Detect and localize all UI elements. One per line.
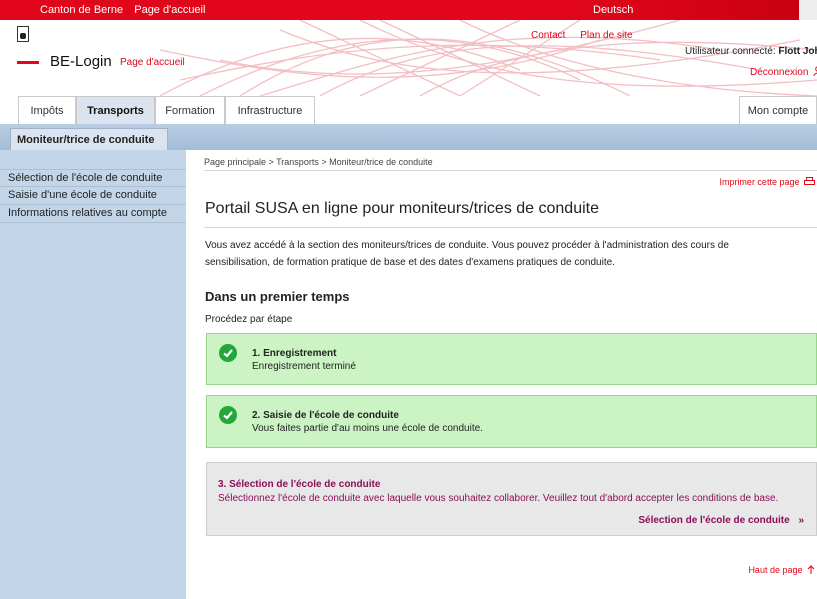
printer-icon [804, 177, 815, 185]
double-chevron-right-icon: » [798, 515, 804, 526]
header-links: Contact Plan de site [531, 30, 645, 41]
step-title: 2. Saisie de l'école de conduite [252, 410, 399, 421]
print-link[interactable]: Imprimer cette page [719, 177, 815, 187]
header: BE-Login Page d'accueil Contact Plan de … [0, 20, 817, 96]
tab-mon-compte[interactable]: Mon compte [739, 96, 817, 124]
sidebar-item-selection[interactable]: Sélection de l'école de conduite [0, 169, 186, 187]
user-label: Utilisateur connecté: [685, 46, 776, 57]
bern-crest-icon [17, 26, 29, 42]
header-decoration [160, 20, 817, 96]
intro-text: Vous avez accédé à la section des monite… [205, 240, 729, 268]
step-school-selection: 3. Sélection de l'école de conduite Séle… [206, 462, 817, 536]
page-title: Portail SUSA en ligne pour moniteurs/tri… [205, 200, 599, 217]
print-label: Imprimer cette page [719, 177, 800, 187]
topbar-edge [799, 0, 817, 20]
divider [204, 170, 817, 171]
language-switch[interactable]: Deutsch [593, 4, 633, 16]
tab-transports[interactable]: Transports [76, 96, 155, 124]
top-left-links: Canton de Berne Page d'accueil [40, 4, 213, 16]
step-desc: Vous faites partie d'au moins une école … [252, 423, 483, 434]
check-icon [219, 344, 237, 362]
logout-link[interactable]: Déconnexion [750, 66, 817, 78]
sidebar-item-saisie[interactable]: Saisie d'une école de conduite [0, 187, 186, 205]
tab-formation[interactable]: Formation [155, 96, 225, 124]
step-title: 3. Sélection de l'école de conduite [218, 479, 381, 490]
top-bar: Canton de Berne Page d'accueil Deutsch [0, 0, 817, 20]
school-selection-link[interactable]: Sélection de l'école de conduite » [638, 515, 804, 526]
step-title: 1. Enregistrement [252, 348, 337, 359]
back-to-top-label: Haut de page [748, 565, 803, 575]
tab-infrastructure[interactable]: Infrastructure [225, 96, 315, 124]
divider [204, 227, 817, 228]
section-heading: Dans un premier temps [205, 289, 350, 304]
header-home-link[interactable]: Page d'accueil [120, 57, 185, 68]
contact-link[interactable]: Contact [531, 30, 565, 41]
main-tabs: Impôts Transports Formation Infrastructu… [0, 96, 817, 124]
sidebar-item-account[interactable]: Informations relatives au compte [0, 205, 186, 223]
check-icon [219, 406, 237, 424]
sitemap-link[interactable]: Plan de site [580, 30, 632, 41]
logo-red-line [17, 61, 39, 64]
step-desc: Enregistrement terminé [252, 361, 356, 372]
user-name: Flott John [778, 46, 817, 57]
top-home-link[interactable]: Page d'accueil [134, 4, 205, 16]
subnav-bar: Moniteur/trice de conduite [0, 124, 817, 150]
tab-impots[interactable]: Impôts [18, 96, 76, 124]
back-to-top-link[interactable]: Haut de page [748, 565, 815, 575]
logged-in-user: Utilisateur connecté: Flott John [685, 46, 817, 57]
logout-label: Déconnexion [750, 67, 809, 78]
step-school-entry: 2. Saisie de l'école de conduite Vous fa… [206, 395, 817, 448]
step-registration: 1. Enregistrement Enregistrement terminé [206, 333, 817, 385]
user-icon [813, 66, 817, 77]
subtab-moniteur[interactable]: Moniteur/trice de conduite [10, 128, 168, 150]
app-name: BE-Login [50, 53, 112, 70]
canton-link[interactable]: Canton de Berne [40, 4, 123, 16]
steps-label: Procédez par étape [205, 314, 293, 325]
arrow-up-icon [807, 565, 815, 574]
main-content: Page principale > Transports > Moniteur/… [186, 150, 817, 599]
breadcrumb[interactable]: Page principale > Transports > Moniteur/… [204, 157, 433, 167]
school-selection-label: Sélection de l'école de conduite [638, 515, 790, 526]
step-desc: Sélectionnez l'école de conduite avec la… [218, 493, 779, 504]
sidebar: Sélection de l'école de conduite Saisie … [0, 150, 186, 599]
